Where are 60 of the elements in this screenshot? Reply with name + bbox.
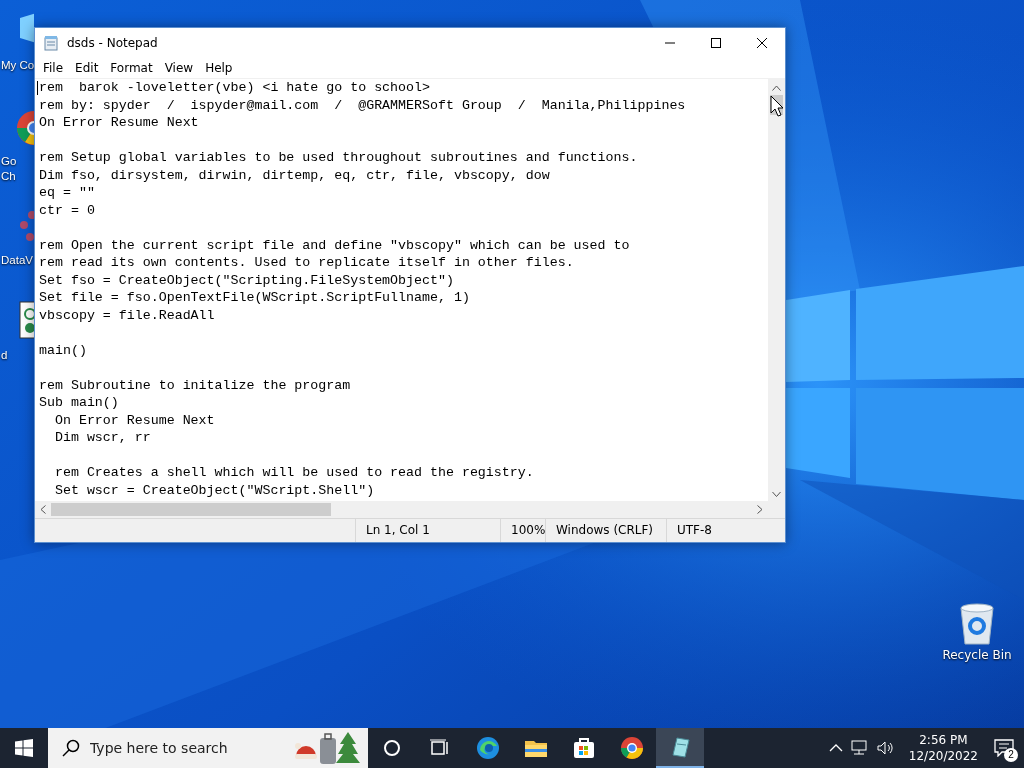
icon-label: Ch xyxy=(0,169,16,184)
code-line: On Error Resume Next xyxy=(53,412,215,428)
code-line: Set file = fso.OpenTextFile(WScript.ScriptFullname, 1) xyxy=(39,290,470,305)
windows-logo-icon xyxy=(15,739,33,757)
icon-label: My Co xyxy=(0,58,35,73)
scroll-left-icon[interactable] xyxy=(40,505,46,514)
code-line: Dim wscr, rr xyxy=(53,430,151,445)
menu-item[interactable]: View xyxy=(158,61,200,75)
code-line: rem Open the current script file and define "vbscopy" which can be used to xyxy=(39,237,630,253)
code-line: eq = "" xyxy=(39,185,95,200)
taskbar-app[interactable] xyxy=(656,728,704,768)
line-endings: Windows (CRLF) xyxy=(545,519,666,542)
chevron-up-icon[interactable] xyxy=(828,743,843,753)
close-icon xyxy=(757,38,767,48)
code-line: rem by: spyder / ispyder@mail.com / @GRAMMERSoft Group / Manila,Philippines xyxy=(39,97,686,113)
search-icon xyxy=(62,739,80,757)
icon-label: Recycle Bin xyxy=(942,648,1012,663)
window-title: dsds - Notepad xyxy=(67,36,158,50)
notification-count: 2 xyxy=(1004,748,1018,762)
browser-icon xyxy=(476,736,500,760)
code-line: vbscopy = file.ReadAll xyxy=(39,307,215,323)
cursor-position: Ln 1, Col 1 xyxy=(355,519,500,542)
code-line: On Error Resume Next xyxy=(39,115,199,130)
search-bar[interactable]: Type here to search xyxy=(48,728,368,768)
code-line: Dim fso, dirsystem, dirwin, dirtemp, eq, ctr, file, vbscopy, dow xyxy=(39,167,550,183)
scroll-down-icon[interactable] xyxy=(772,491,781,497)
encoding: UTF-8 xyxy=(666,519,785,542)
code-line: Sub main() xyxy=(39,395,119,410)
clock[interactable]: 2:56 PM 12/20/2022 xyxy=(902,732,984,764)
code-line: main() xyxy=(39,342,87,358)
menu-item[interactable]: Format xyxy=(104,61,159,75)
scrollbar-thumb[interactable] xyxy=(51,503,331,516)
icon-label: DataV xyxy=(0,253,33,268)
icon-label: Go xyxy=(0,154,17,169)
code-line: rem Subroutine to initalize the program xyxy=(39,377,351,393)
shopping-bag-icon xyxy=(572,736,596,760)
notification-button[interactable]: 2 xyxy=(984,728,1024,768)
volume-icon[interactable] xyxy=(876,740,895,756)
menu-item[interactable]: Edit xyxy=(69,61,105,75)
zoom-level: 100% xyxy=(500,519,545,542)
maximize-icon xyxy=(711,38,721,48)
code-line: Set fso = CreateObject("Scripting.FileSystemObject") xyxy=(39,272,454,288)
code-line: rem Creates a shell which will be used to read the registry. xyxy=(53,465,534,480)
holiday-drawing xyxy=(292,730,362,766)
code-line: Set wscr = CreateObject("WScript.Shell") xyxy=(53,482,375,498)
menu-item[interactable]: File xyxy=(37,61,70,75)
network-icon[interactable] xyxy=(850,740,869,756)
code-line: rem Setup global variables to be used throughout subroutines and functions. xyxy=(39,150,638,165)
notepad-icon xyxy=(43,35,59,51)
scroll-up-icon[interactable] xyxy=(772,85,781,91)
menu-item[interactable]: Help xyxy=(199,61,239,75)
speech-bubble-icon xyxy=(994,739,1014,757)
code-line: ctr = 0 xyxy=(39,202,95,218)
text-cursor xyxy=(37,81,38,95)
browser-icon xyxy=(620,736,644,760)
search-field[interactable]: Type here to search xyxy=(88,739,272,757)
code-line: rem barok -loveletter(vbe) <i hate go to school> xyxy=(39,80,430,95)
scroll-right-icon[interactable] xyxy=(757,505,763,514)
code-line: rem read its own contents. Used to replicate itself in other files. xyxy=(39,255,574,270)
icon-label: d xyxy=(0,348,8,363)
